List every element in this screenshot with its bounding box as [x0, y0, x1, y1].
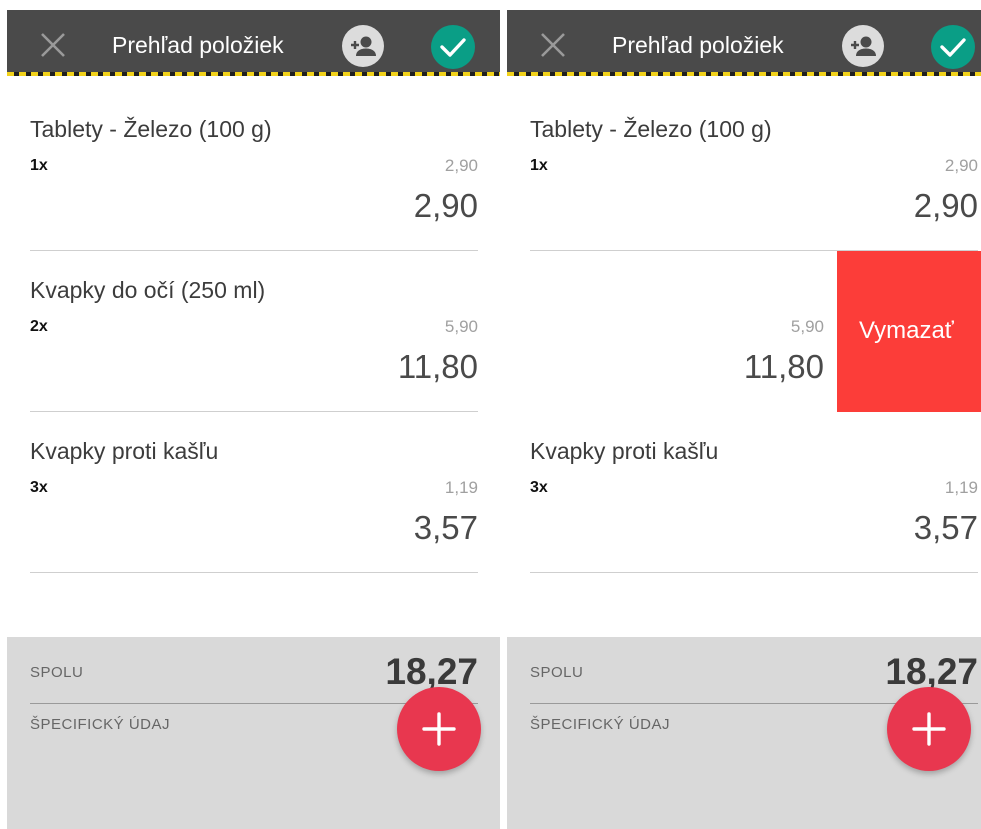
top-bar: Prehľad položiek	[507, 10, 981, 76]
add-person-icon[interactable]	[842, 25, 884, 67]
item-total: 2,90	[913, 187, 978, 224]
specific-data-field[interactable]: ŠPECIFICKÝ ÚDAJ	[30, 716, 170, 733]
checkmark-icon[interactable]	[931, 25, 975, 69]
specific-data-field[interactable]: ŠPECIFICKÝ ÚDAJ	[530, 716, 670, 733]
item-total: 11,80	[397, 348, 478, 385]
item-quantity: 1x	[30, 157, 48, 174]
screen-normal: Prehľad položiek Tablety - Železo (100 g…	[7, 10, 500, 829]
add-person-icon[interactable]	[342, 25, 384, 67]
item-total: 2,90	[413, 187, 478, 224]
item-name: Tablety - Železo (100 g)	[530, 116, 772, 142]
total-label: SPOLU	[530, 664, 584, 681]
item-name: Kvapky do očí (250 ml)	[30, 277, 266, 303]
list-item-swiped[interactable]: Kvapky do očí (250 ml) 5,90 11,80 Vymaza…	[507, 251, 981, 412]
summary-footer: SPOLU 18,27 ŠPECIFICKÝ ÚDAJ	[7, 637, 500, 829]
item-unit-price: 1,19	[944, 478, 978, 497]
item-quantity: 1x	[530, 157, 548, 174]
plus-icon	[912, 712, 946, 746]
item-quantity: 2x	[30, 318, 48, 335]
item-quantity: 3x	[30, 479, 48, 496]
item-quantity: 3x	[530, 479, 548, 496]
list-item[interactable]: Tablety - Železo (100 g) 1x 2,90 2,90	[507, 90, 981, 251]
add-item-button[interactable]	[887, 687, 971, 771]
summary-footer: SPOLU 18,27 ŠPECIFICKÝ ÚDAJ	[507, 637, 981, 829]
divider	[30, 572, 478, 573]
page-title: Prehľad položiek	[612, 32, 784, 58]
item-unit-price: 2,90	[944, 156, 978, 175]
item-total: 3,57	[913, 509, 978, 546]
item-unit-price: 5,90	[790, 317, 824, 336]
close-icon[interactable]	[39, 31, 67, 59]
plus-icon	[422, 712, 456, 746]
close-icon[interactable]	[539, 31, 567, 59]
checkmark-icon[interactable]	[431, 25, 475, 69]
page-title: Prehľad položiek	[112, 32, 284, 58]
header-hatch-border	[7, 72, 500, 76]
add-item-button[interactable]	[397, 687, 481, 771]
item-name: Kvapky proti kašľu	[30, 438, 219, 464]
item-unit-price: 5,90	[444, 317, 478, 336]
delete-button[interactable]: Vymazať	[837, 251, 981, 412]
item-unit-price: 2,90	[444, 156, 478, 175]
top-bar: Prehľad položiek	[7, 10, 500, 76]
list-item[interactable]: Kvapky proti kašľu 3x 1,19 3,57	[507, 412, 981, 573]
header-hatch-border	[507, 72, 981, 76]
item-unit-price: 1,19	[444, 478, 478, 497]
divider	[530, 572, 978, 573]
item-total: 3,57	[413, 509, 478, 546]
list-item[interactable]: Kvapky proti kašľu 3x 1,19 3,57	[7, 412, 500, 573]
screen-swiped: Prehľad položiek Tablety - Železo (100 g…	[507, 10, 981, 829]
item-name: Kvapky proti kašľu	[530, 438, 719, 464]
item-total: 11,80	[743, 348, 824, 385]
item-name: Tablety - Železo (100 g)	[30, 116, 272, 142]
total-label: SPOLU	[30, 664, 84, 681]
delete-button-label: Vymazať	[859, 317, 954, 344]
list-item[interactable]: Kvapky do očí (250 ml) 2x 5,90 11,80	[7, 251, 500, 412]
list-item[interactable]: Tablety - Železo (100 g) 1x 2,90 2,90	[7, 90, 500, 251]
